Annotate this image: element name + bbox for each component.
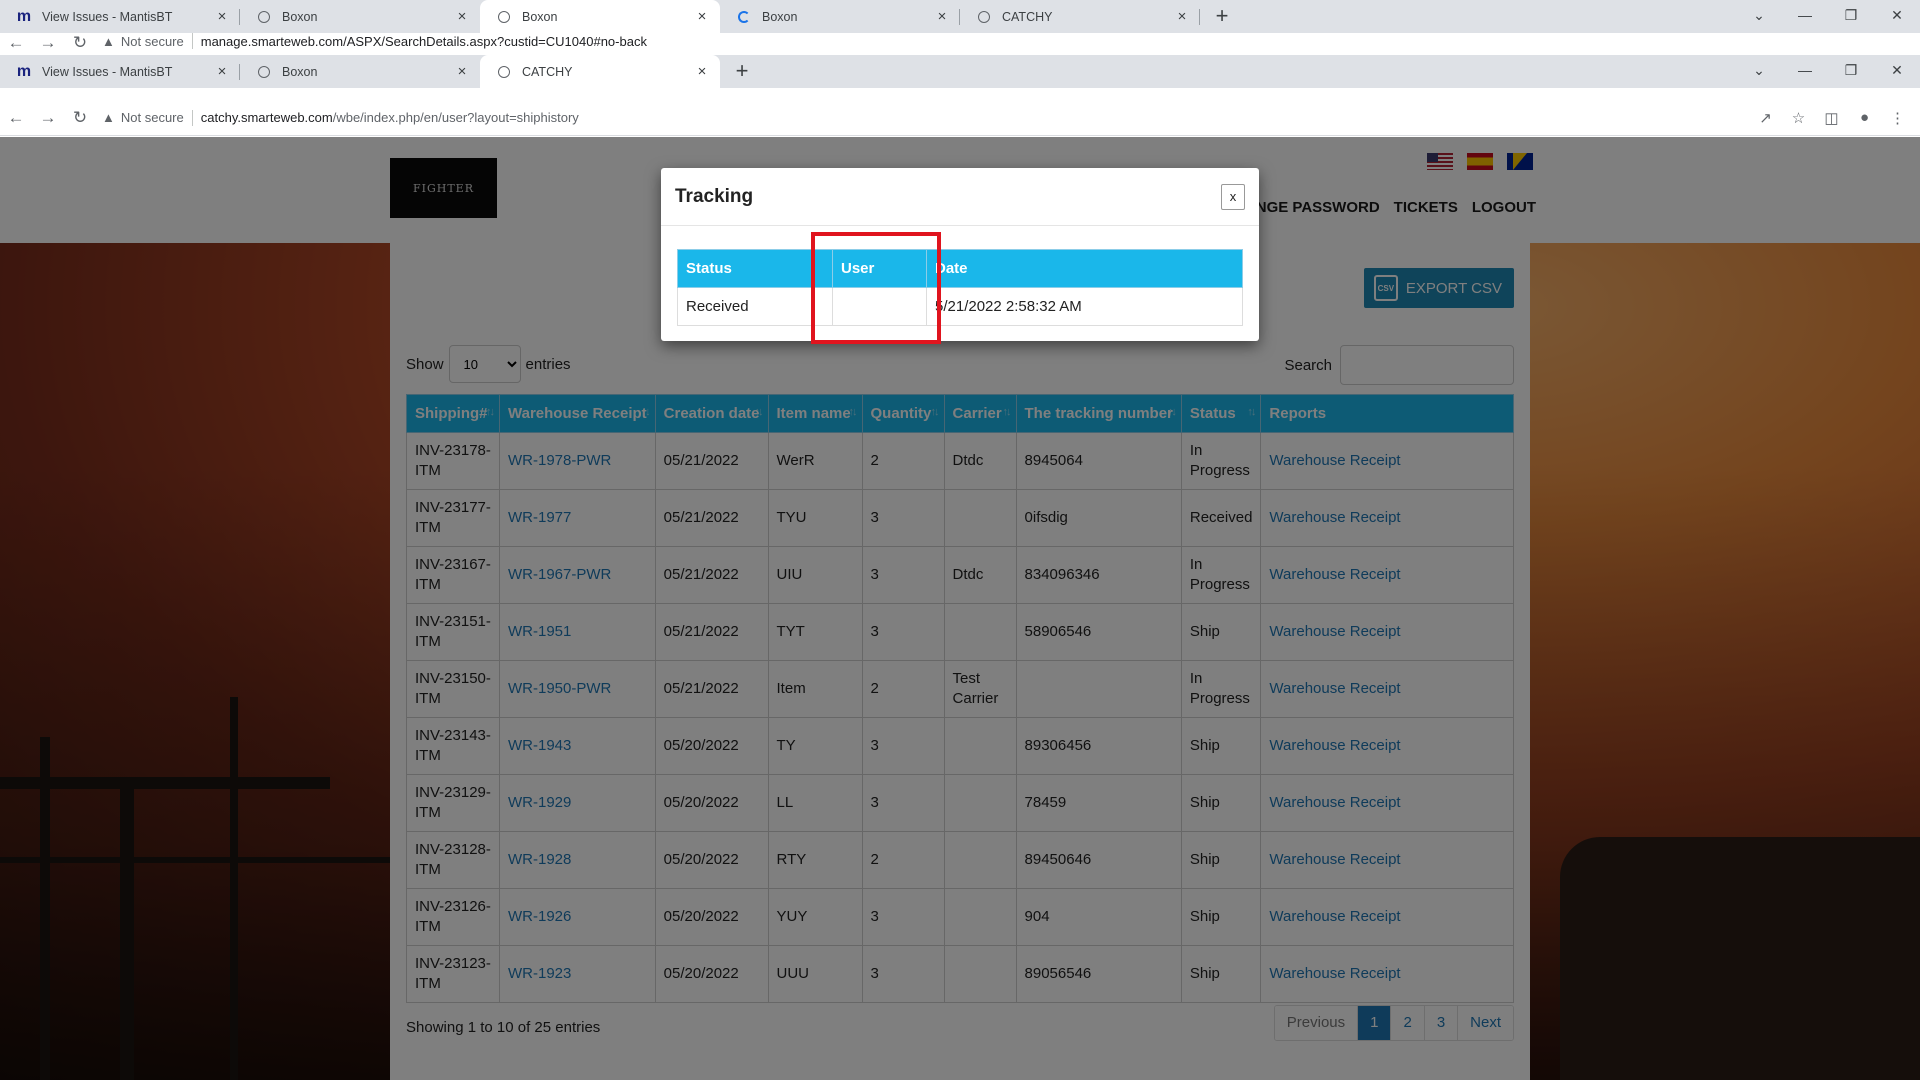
tab-2[interactable]: Boxon × — [240, 0, 480, 33]
close-tab-icon[interactable]: × — [934, 8, 950, 25]
address-bar: ← → ↻ ▲ Not secure catchy.smarteweb.com/… — [0, 100, 1920, 136]
tab-search-icon[interactable]: ⌄ — [1736, 7, 1782, 24]
tab-title: Boxon — [522, 9, 558, 24]
tracking-col-status: Status — [677, 249, 833, 288]
modal-title: Tracking — [675, 185, 754, 207]
tab-1[interactable]: m View Issues - MantisBT × — [0, 0, 240, 33]
minimize-icon[interactable]: — — [1782, 62, 1828, 78]
warning-icon: ▲ — [102, 110, 115, 125]
restore-icon[interactable]: ❐ — [1828, 62, 1874, 79]
globe-icon — [496, 9, 512, 25]
forward-icon[interactable]: → — [32, 33, 64, 53]
tracking-table: Status User Date Received 5/21/2022 2:58… — [677, 249, 1243, 326]
reload-icon[interactable]: ↻ — [64, 108, 96, 128]
highlight-box — [811, 232, 941, 344]
tab-3[interactable]: CATCHY × — [480, 55, 720, 88]
new-tab-button[interactable]: + — [1208, 3, 1236, 31]
globe-icon — [496, 64, 512, 80]
back-window-urlbar: ← → ↻ ▲ Not secure manage.smarteweb.com/AS… — [0, 33, 1920, 55]
tab-2[interactable]: Boxon × — [240, 55, 480, 88]
share-icon[interactable]: ↗ — [1749, 109, 1782, 127]
omnibox[interactable]: ▲ Not secure catchy.smarteweb.com/wbe/in… — [102, 109, 1749, 126]
back-window-url[interactable]: manage.smarteweb.com/ASPX/SearchDetails.… — [201, 34, 647, 49]
close-tab-icon[interactable]: × — [694, 8, 710, 25]
globe-icon — [976, 9, 992, 25]
minimize-icon[interactable]: — — [1782, 7, 1828, 23]
close-window-icon[interactable]: ✕ — [1874, 7, 1920, 24]
tracking-col-date: Date — [926, 249, 1243, 288]
forward-icon[interactable]: → — [32, 108, 64, 128]
tab-search-icon[interactable]: ⌄ — [1736, 62, 1782, 79]
back-icon[interactable]: ← — [0, 33, 32, 53]
globe-icon — [256, 9, 272, 25]
tab-title: CATCHY — [522, 64, 573, 79]
loading-icon — [736, 9, 752, 25]
close-tab-icon[interactable]: × — [214, 8, 230, 25]
restore-icon[interactable]: ❐ — [1828, 7, 1874, 24]
close-tab-icon[interactable]: × — [1174, 8, 1190, 25]
new-tab-button[interactable]: + — [728, 58, 756, 86]
close-tab-icon[interactable]: × — [694, 63, 710, 80]
tracking-date: 5/21/2022 2:58:32 AM — [926, 287, 1243, 326]
tab-4[interactable]: Boxon × — [720, 0, 960, 33]
not-secure-label: Not secure — [120, 33, 184, 49]
tracking-status: Received — [677, 287, 833, 326]
back-window-tabstrip: m View Issues - MantisBT × Boxon × Boxon × Boxo… — [0, 0, 1920, 33]
tabstrip: m View Issues - MantisBT × Boxon × CATCHY × + ⌄ —… — [0, 55, 1920, 88]
reload-icon[interactable]: ↻ — [64, 33, 96, 53]
tab-title: View Issues - MantisBT — [42, 9, 173, 24]
tab-1[interactable]: m View Issues - MantisBT × — [0, 55, 240, 88]
close-tab-icon[interactable]: × — [454, 63, 470, 80]
modal-close-button[interactable]: x — [1221, 183, 1245, 210]
tracking-row: Received 5/21/2022 2:58:32 AM — [677, 287, 1243, 326]
globe-icon — [256, 64, 272, 80]
close-window-icon[interactable]: ✕ — [1874, 62, 1920, 79]
side-panel-icon[interactable]: ◫ — [1815, 109, 1848, 127]
mantis-icon: m — [16, 7, 32, 25]
not-secure-label: Not secure — [120, 110, 184, 125]
tab-5[interactable]: CATCHY × — [960, 0, 1200, 33]
tracking-modal: Tracking x Status User Date Received 5/2… — [661, 168, 1259, 341]
tab-title: CATCHY — [1002, 9, 1053, 24]
bookmark-star-icon[interactable]: ☆ — [1782, 109, 1815, 127]
warning-icon: ▲ — [102, 33, 115, 49]
profile-icon[interactable]: ● — [1848, 109, 1881, 126]
back-icon[interactable]: ← — [0, 108, 32, 128]
menu-icon[interactable]: ⋮ — [1881, 109, 1914, 127]
tab-3[interactable]: Boxon × — [480, 0, 720, 33]
close-tab-icon[interactable]: × — [454, 8, 470, 25]
mantis-icon: m — [16, 62, 32, 80]
close-tab-icon[interactable]: × — [214, 63, 230, 80]
url-host[interactable]: catchy.smarteweb.com — [201, 110, 333, 125]
tab-title: View Issues - MantisBT — [42, 64, 173, 79]
tab-title: Boxon — [282, 9, 318, 24]
tab-title: Boxon — [282, 64, 318, 79]
tab-title: Boxon — [762, 9, 798, 24]
url-path[interactable]: /wbe/index.php/en/user?layout=shiphistor… — [333, 110, 579, 125]
